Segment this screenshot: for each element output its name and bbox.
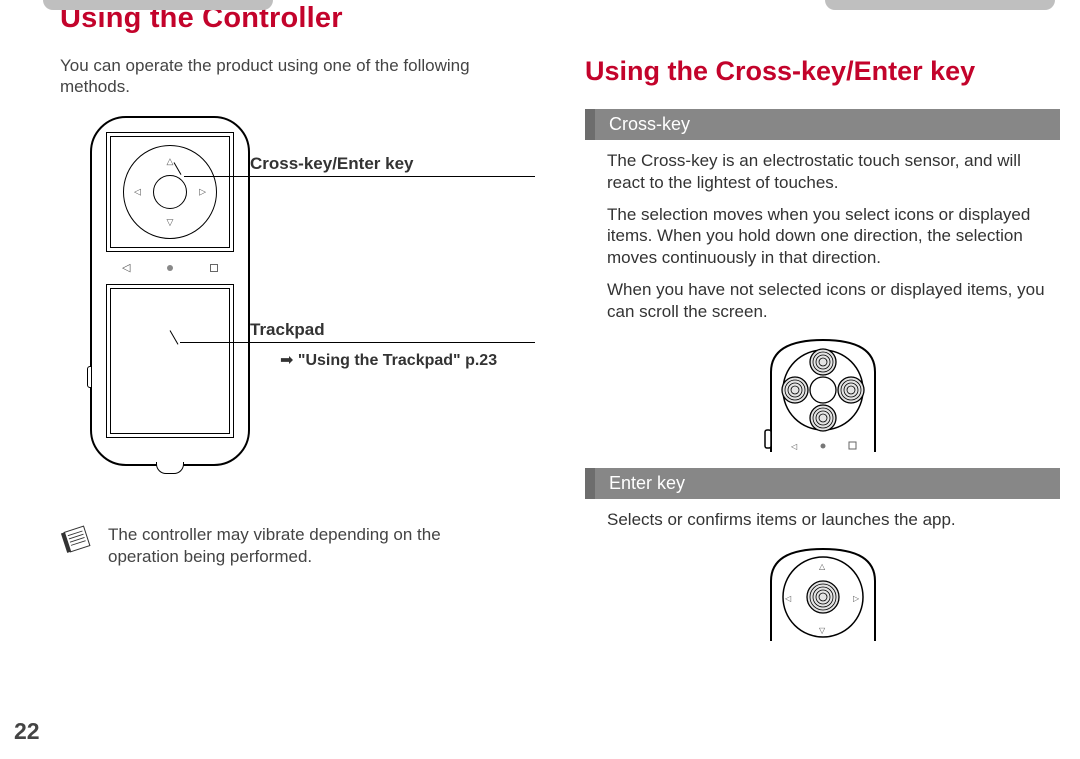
trackpad-area: [106, 284, 234, 438]
callout-trackpad-ref: ➡ "Using the Trackpad" p.23: [280, 350, 497, 372]
crosskey-p2: The selection moves when you select icon…: [585, 204, 1060, 269]
crosskey-p3: When you have not selected icons or disp…: [585, 279, 1060, 323]
lanyard-hole-icon: [156, 462, 184, 474]
dpad-down-icon: ▽: [167, 217, 174, 228]
right-column: Using the Cross-key/Enter key Cross-key …: [585, 0, 1060, 657]
svg-text:▷: ▷: [853, 594, 860, 603]
svg-text:▽: ▽: [819, 626, 826, 635]
dpad-right-icon: ▷: [199, 186, 206, 197]
note-text: The controller may vibrate depending on …: [108, 524, 495, 568]
dpad-left-icon: ◁: [134, 186, 141, 197]
ref-text: "Using the Trackpad" p.23: [298, 352, 497, 369]
crosskey-illustration: ◁: [585, 332, 1060, 452]
mid-back-icon: ◁: [122, 261, 130, 274]
svg-text:◁: ◁: [791, 442, 798, 451]
controller-illustration: △ ▽ ◁ ▷ ◁: [90, 116, 250, 466]
section-title: Using the Cross-key/Enter key: [585, 56, 1060, 87]
top-tab-right: [825, 0, 1055, 10]
callout-trackpad-label: Trackpad: [250, 320, 325, 340]
dpad-center-icon: [153, 175, 187, 209]
mid-menu-icon: [210, 264, 218, 272]
top-tab-left: [43, 0, 273, 10]
note-icon: [60, 522, 94, 556]
enterkey-header: Enter key: [585, 468, 1060, 499]
enterkey-p1: Selects or confirms items or launches th…: [585, 509, 1060, 531]
callout-crosskey-label: Cross-key/Enter key: [250, 154, 413, 174]
ref-arrow-icon: ➡: [280, 352, 293, 369]
enterkey-illustration: △ ▽ ◁ ▷: [585, 541, 1060, 641]
side-button-icon: [87, 366, 92, 388]
svg-text:◁: ◁: [785, 594, 792, 603]
dpad-up-icon: △: [167, 156, 174, 167]
crosskey-p1: The Cross-key is an electrostatic touch …: [585, 150, 1060, 194]
crosskey-header: Cross-key: [585, 109, 1060, 140]
mid-home-icon: [167, 265, 173, 271]
page-number: 22: [14, 718, 40, 745]
left-column: Using the Controller You can operate the…: [60, 0, 535, 657]
intro-text: You can operate the product using one of…: [60, 55, 535, 98]
svg-text:△: △: [819, 562, 826, 571]
